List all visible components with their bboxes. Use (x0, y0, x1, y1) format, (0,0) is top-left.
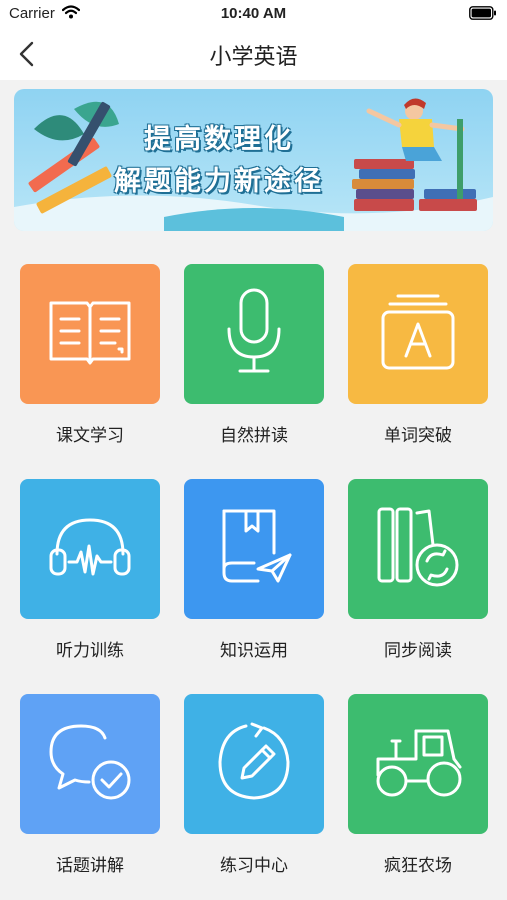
tile-box (348, 264, 488, 404)
feature-grid: 课文学习 自然拼读 单词突破 听力训练 知识运用 同步阅读 话题讲解 练习中心 … (0, 0, 507, 900)
tile-label: 自然拼读 (220, 426, 288, 446)
tile-label: 单词突破 (384, 426, 452, 446)
tile-lesson-study[interactable]: 课文学习 (20, 264, 160, 446)
tile-box (184, 264, 324, 404)
tile-box (20, 264, 160, 404)
letter-card-icon (380, 292, 456, 376)
tile-label: 同步阅读 (384, 641, 452, 661)
books-sync-icon (375, 505, 461, 593)
tile-box (184, 694, 324, 834)
tile-label: 知识运用 (220, 641, 288, 661)
tile-label: 听力训练 (56, 641, 124, 661)
tile-box (184, 479, 324, 619)
tile-label: 疯狂农场 (384, 856, 452, 876)
tile-label: 话题讲解 (56, 856, 124, 876)
tile-sync-reading[interactable]: 同步阅读 (348, 479, 488, 661)
chat-check-icon (47, 722, 133, 806)
tile-box (20, 694, 160, 834)
microphone-icon (224, 287, 284, 381)
tile-practice-center[interactable]: 练习中心 (184, 694, 324, 876)
tile-vocabulary[interactable]: 单词突破 (348, 264, 488, 446)
headphones-icon (47, 514, 133, 584)
open-book-icon (47, 297, 133, 371)
tile-label: 练习中心 (220, 856, 288, 876)
tile-box (348, 479, 488, 619)
book-send-icon (214, 507, 294, 591)
tile-box (20, 479, 160, 619)
tile-topic-explain[interactable]: 话题讲解 (20, 694, 160, 876)
tile-label: 课文学习 (56, 426, 124, 446)
tractor-icon (372, 725, 464, 803)
tile-crazy-farm[interactable]: 疯狂农场 (348, 694, 488, 876)
tile-box (348, 694, 488, 834)
tile-listening[interactable]: 听力训练 (20, 479, 160, 661)
tile-phonics[interactable]: 自然拼读 (184, 264, 324, 446)
pencil-circle-icon (212, 720, 296, 808)
tile-knowledge[interactable]: 知识运用 (184, 479, 324, 661)
